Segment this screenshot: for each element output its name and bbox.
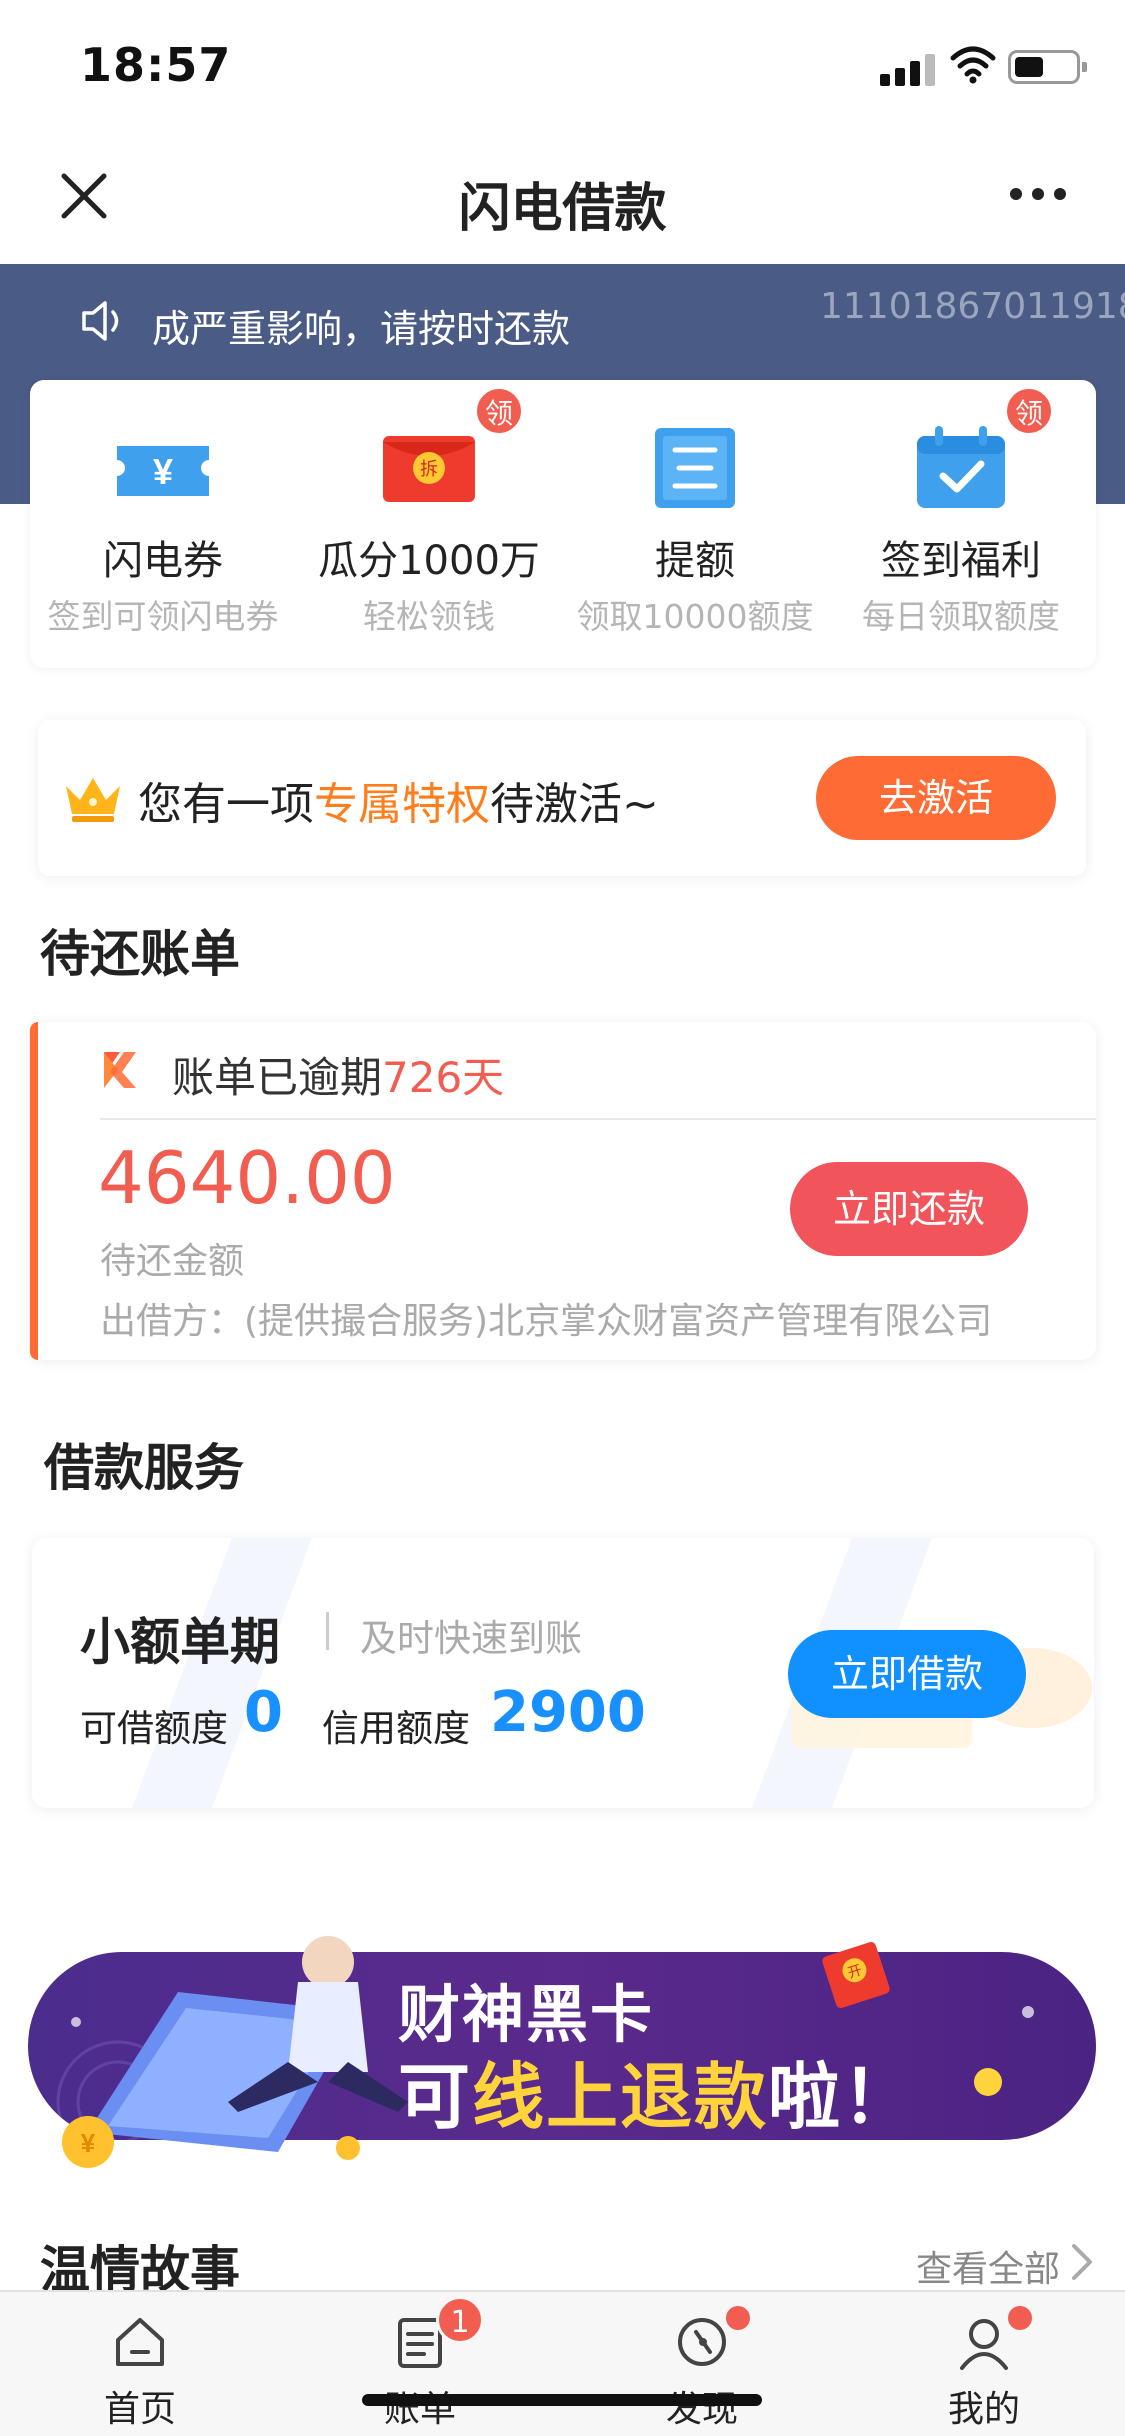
available-limit-value: 0 xyxy=(244,1680,283,1745)
calendar-check-icon xyxy=(917,426,1005,508)
view-all-link[interactable]: 查看全部 xyxy=(916,2240,1060,2292)
quick-action-subtitle: 轻松领钱 xyxy=(363,597,495,636)
envelope-label: 拆 xyxy=(420,459,438,480)
loan-section-title: 借款服务 xyxy=(44,1439,244,1497)
overdue-days: 726天 xyxy=(382,1053,505,1102)
quick-action-title: 闪电券 xyxy=(103,538,223,584)
quick-actions-card: ¥ 闪电券 签到可领闪电券 拆 领 瓜分1000万 轻松领钱 提额 领取1000… xyxy=(30,380,1096,668)
cellular-signal-icon xyxy=(880,52,936,86)
red-envelope-icon: 拆 xyxy=(383,436,475,502)
wifi-icon xyxy=(950,46,996,84)
quick-action-title: 签到福利 xyxy=(881,538,1041,584)
quick-action-raise-limit[interactable]: 提额 领取10000额度 xyxy=(562,380,828,668)
claim-badge: 领 xyxy=(474,386,524,436)
divider xyxy=(326,1612,329,1650)
user-icon xyxy=(960,2319,1008,2370)
notice-id: 11101867011918 xyxy=(820,286,1125,327)
claim-badge: 领 xyxy=(1004,386,1054,436)
tab-home[interactable]: 首页 xyxy=(40,2300,240,2436)
home-indicator xyxy=(362,2394,762,2406)
notice-text: 成严重影响，请按时还款 xyxy=(152,307,571,351)
available-limit-label: 可借额度 xyxy=(80,1707,228,1750)
quick-action-title: 提额 xyxy=(655,538,735,584)
battery-icon xyxy=(1008,50,1087,84)
divider xyxy=(100,1118,1096,1120)
quick-action-checkin[interactable]: 领 签到福利 每日领取额度 xyxy=(828,380,1094,668)
bill-amount: 4640.00 xyxy=(98,1136,396,1220)
quick-action-coupon[interactable]: ¥ 闪电券 签到可领闪电券 xyxy=(30,380,296,668)
promo-subtitle: 可线上退款啦！ xyxy=(398,2055,917,2139)
promo-illustration: ¥ xyxy=(62,1936,408,2168)
more-icon[interactable] xyxy=(1010,188,1070,204)
tab-label: 发现 xyxy=(665,2389,738,2430)
svg-text:¥: ¥ xyxy=(153,451,173,492)
credit-limit-label: 信用额度 xyxy=(322,1707,470,1750)
borrow-button[interactable]: 立即借款 xyxy=(788,1630,1026,1718)
list-icon xyxy=(655,428,735,508)
quick-action-title: 瓜分1000万 xyxy=(318,538,540,584)
status-time: 18:57 xyxy=(80,38,232,92)
bill-lender: 出借方：(提供撮合服务)北京掌众财富资产管理有限公司 xyxy=(100,1301,993,1342)
red-envelope-icon: 开 xyxy=(822,1941,890,2009)
bills-section-title: 待还账单 xyxy=(40,925,240,983)
privilege-message: 您有一项专属特权待激活~ xyxy=(138,779,659,830)
ticket-icon: ¥ xyxy=(117,446,209,496)
credit-limit-value: 2900 xyxy=(490,1680,646,1745)
loan-product-name: 小额单期 xyxy=(80,1613,280,1671)
privilege-highlight: 专属特权 xyxy=(314,779,490,830)
activate-button[interactable]: 去激活 xyxy=(816,756,1056,840)
speaker-icon xyxy=(82,301,119,341)
page-title: 闪电借款 xyxy=(458,179,667,239)
tab-label: 账单 xyxy=(383,2389,456,2430)
compass-icon xyxy=(678,2318,726,2366)
quick-action-red-envelope[interactable]: 拆 领 瓜分1000万 轻松领钱 xyxy=(296,380,562,668)
quick-action-subtitle: 每日领取额度 xyxy=(862,597,1060,636)
quick-action-subtitle: 签到可领闪电券 xyxy=(47,597,279,636)
notification-dot xyxy=(726,2306,750,2330)
tab-label: 我的 xyxy=(947,2389,1020,2430)
tab-bills[interactable]: 1 账单 xyxy=(320,2296,520,2436)
bill-amount-label: 待还金额 xyxy=(100,1241,245,1282)
home-icon xyxy=(116,2318,164,2366)
svg-text:¥: ¥ xyxy=(81,2128,96,2158)
brand-logo-icon xyxy=(104,1052,136,1088)
tab-profile[interactable]: 我的 xyxy=(884,2300,1084,2436)
bill-accent-bar xyxy=(30,1022,38,1360)
quick-action-subtitle: 领取10000额度 xyxy=(576,597,814,636)
tab-badge: 1 xyxy=(436,2296,484,2344)
notification-dot xyxy=(1008,2306,1032,2330)
chevron-right-icon[interactable] xyxy=(1068,2240,1096,2284)
tab-label: 首页 xyxy=(103,2389,176,2430)
bill-status: 账单已逾期726天 xyxy=(172,1053,505,1102)
repay-button[interactable]: 立即还款 xyxy=(790,1162,1028,1256)
tab-discover[interactable]: 发现 xyxy=(602,2300,802,2436)
loan-product-desc: 及时快速到账 xyxy=(360,1617,582,1660)
crown-icon xyxy=(66,778,120,822)
